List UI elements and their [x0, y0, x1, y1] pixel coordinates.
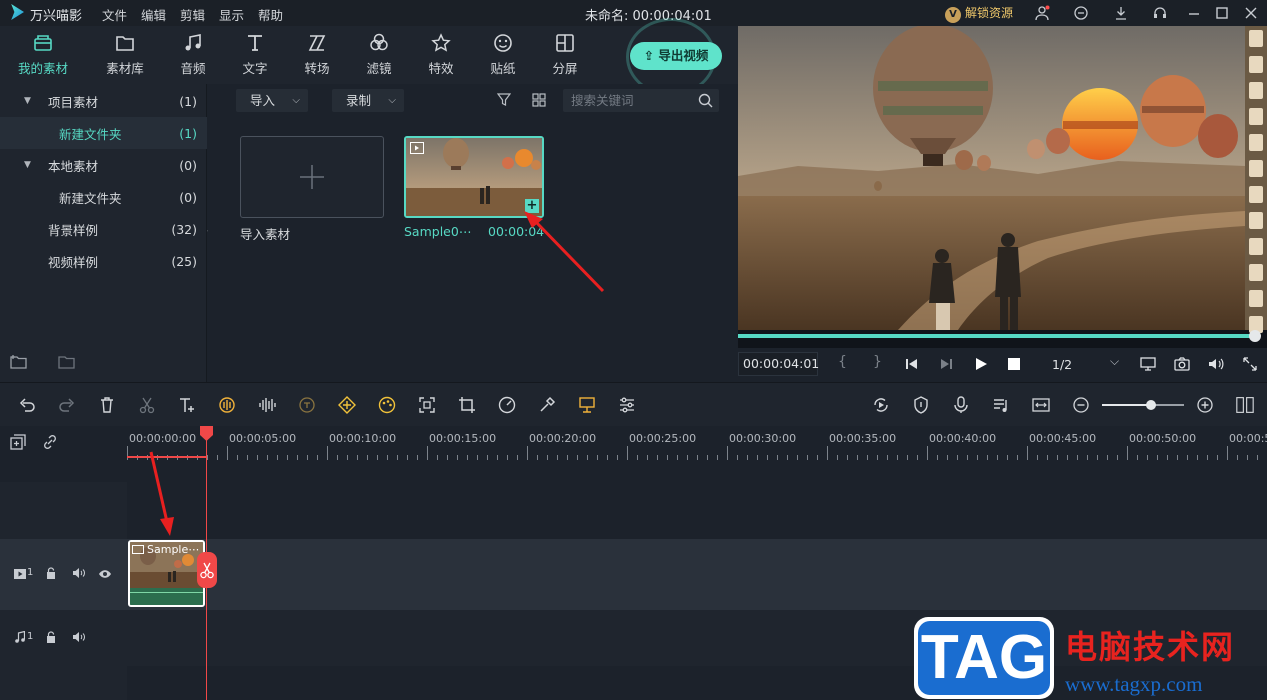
watermark-tag-text: TAG	[918, 621, 1050, 695]
tutorial-annotation-arrows	[149, 211, 605, 536]
site-watermark: TAG 电脑技术网 www.tagxp.com	[913, 612, 1267, 700]
watermark-title: 电脑技术网	[1065, 628, 1236, 666]
watermark-url: www.tagxp.com	[1065, 672, 1203, 696]
